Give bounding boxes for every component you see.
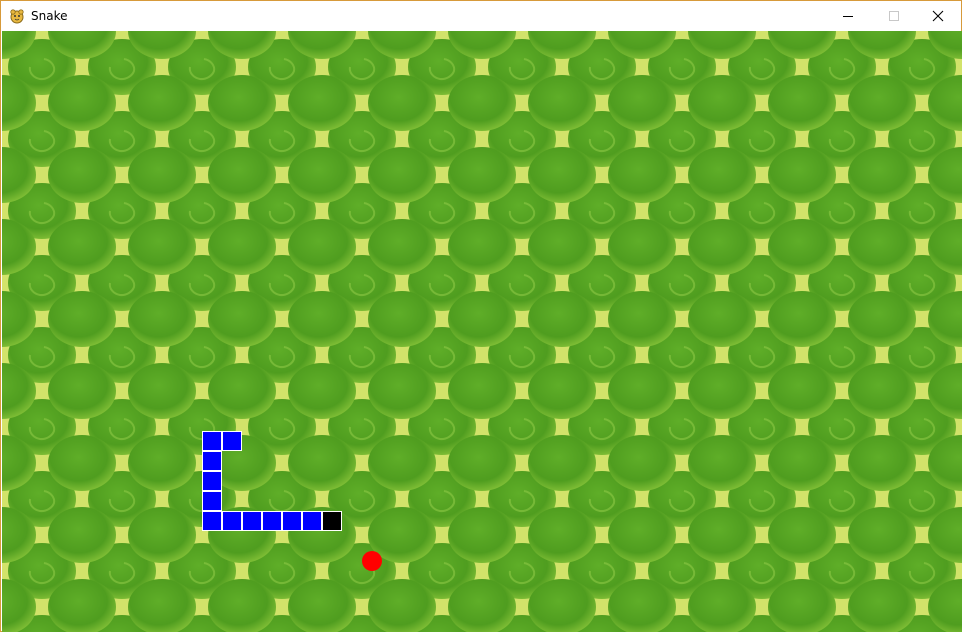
maximize-button[interactable] — [871, 1, 917, 31]
snake-segment — [202, 451, 222, 471]
snake-head — [322, 511, 342, 531]
minimize-button[interactable] — [825, 1, 871, 31]
snake-segment — [202, 511, 222, 531]
snake-segment — [202, 491, 222, 511]
minimize-icon — [843, 16, 853, 17]
window-title: Snake — [31, 9, 68, 23]
snakeskin-background — [2, 31, 962, 632]
snake-segment — [302, 511, 322, 531]
snake-segment — [282, 511, 302, 531]
snake-segment — [202, 471, 222, 491]
snake-segment — [222, 431, 242, 451]
close-icon — [932, 10, 944, 22]
food-apple — [362, 551, 382, 571]
snake-segment — [222, 511, 242, 531]
game-canvas[interactable] — [2, 31, 962, 632]
snake-app-icon — [9, 8, 25, 24]
close-button[interactable] — [915, 1, 961, 31]
title-bar[interactable]: Snake — [1, 1, 961, 31]
maximize-icon — [889, 11, 899, 21]
snake-segment — [202, 431, 222, 451]
snake-segment — [262, 511, 282, 531]
snake-segment — [242, 511, 262, 531]
game-window: Snake — [0, 0, 962, 632]
